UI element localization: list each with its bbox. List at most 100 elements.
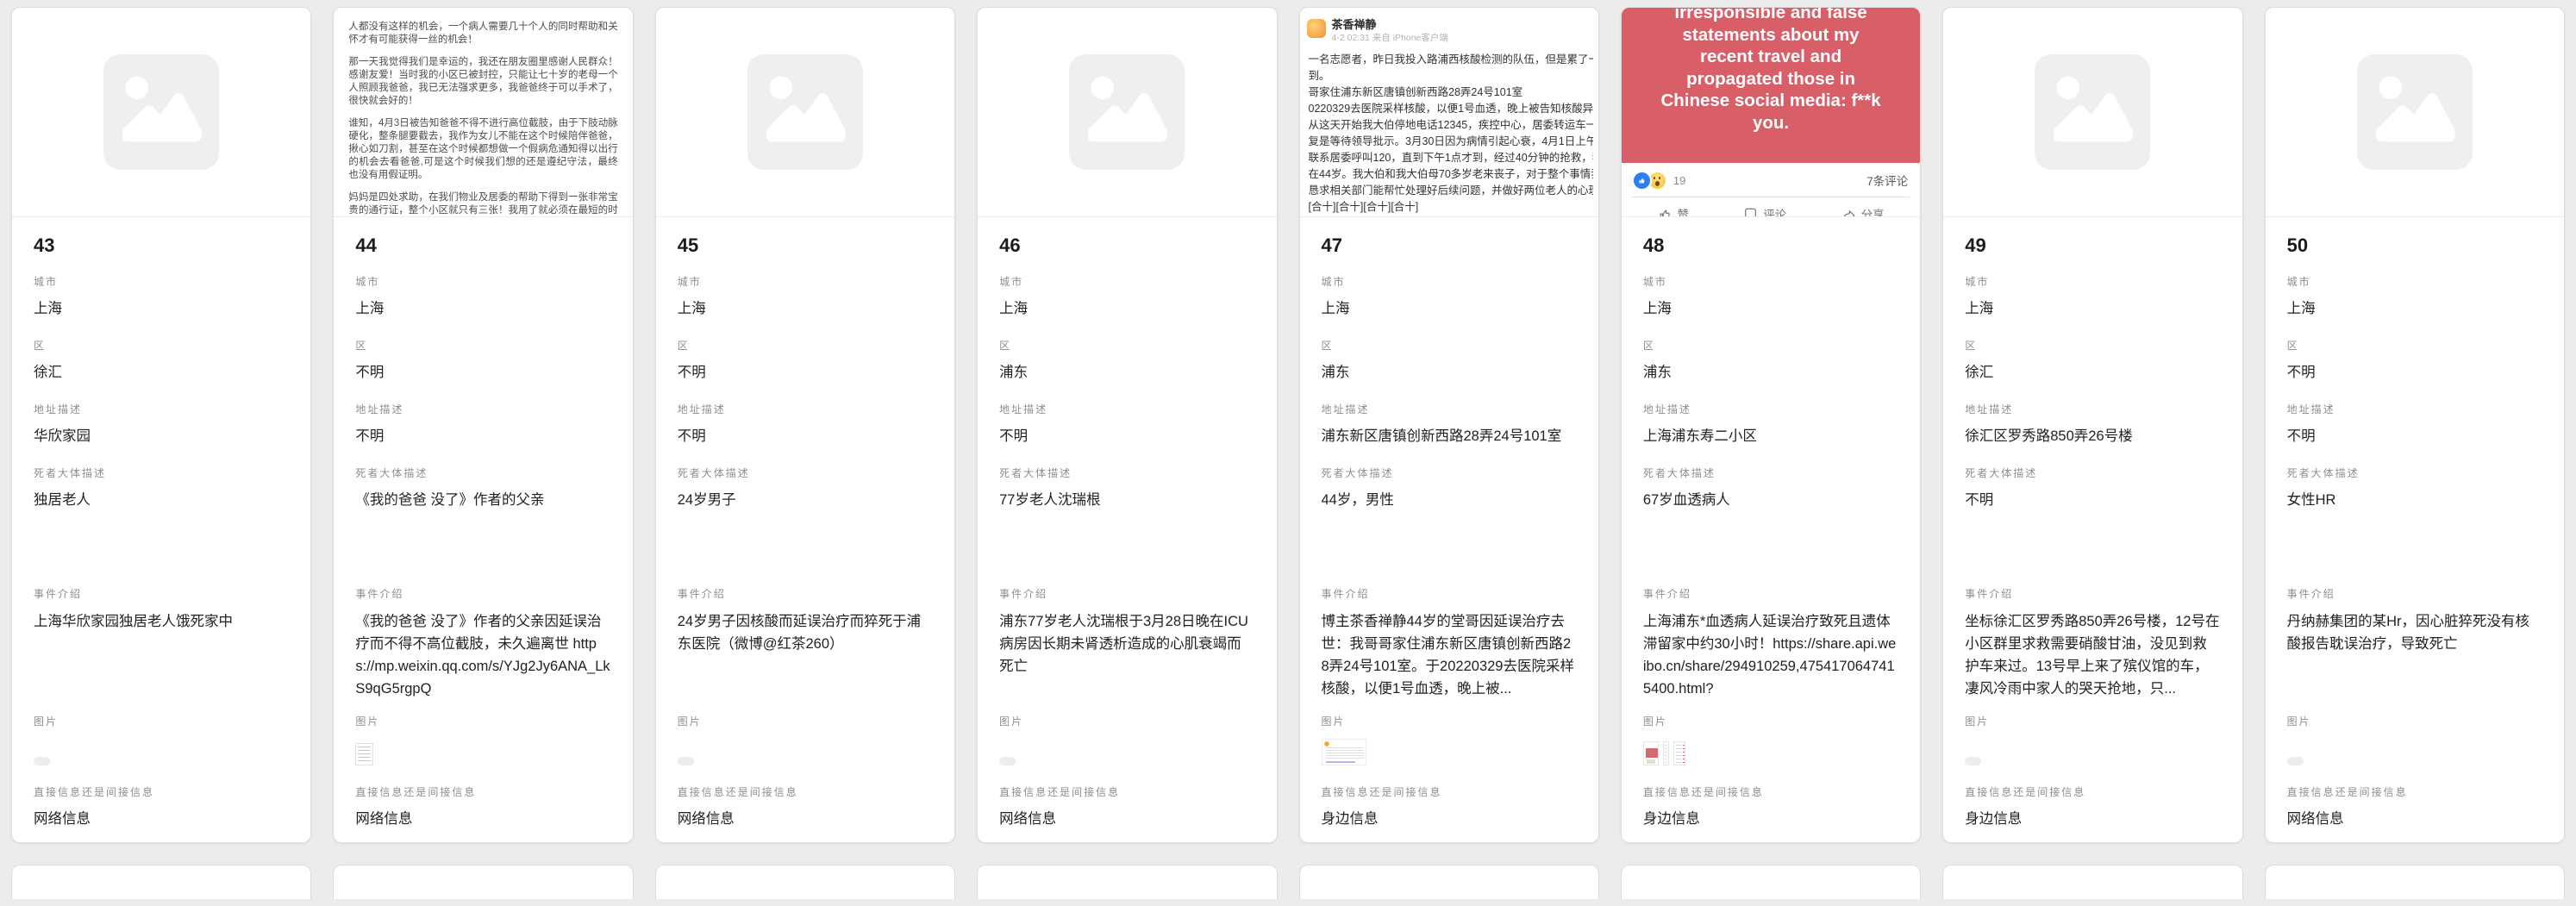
reaction-count: 19	[1673, 174, 1685, 187]
field-city: 城市 上海	[678, 276, 933, 319]
field-district: 区 不明	[678, 340, 933, 383]
field-victim-description: 死者大体描述 不明	[1965, 467, 2220, 510]
source-type-label: 直接信息还是间接信息	[1965, 786, 2220, 798]
next-row-card-stub[interactable]	[1621, 865, 1921, 899]
victim-label: 死者大体描述	[355, 467, 610, 479]
incident-card[interactable]: 50 城市 上海 区 不明 地址描述 不明 死者大体描述 女性HR 事件介绍 丹…	[2265, 7, 2565, 843]
incident-card[interactable]: 49 城市 上海 区 徐汇 地址描述 徐汇区罗秀路850弄26号楼 死者大体描述…	[1942, 7, 2242, 843]
field-image: 图片	[1643, 715, 1898, 771]
source-type-value: 网络信息	[678, 809, 933, 829]
image-placeholder-icon	[2035, 54, 2150, 170]
field-incident-intro: 事件介绍 上海华欣家园独居老人饿死家中	[34, 588, 289, 700]
next-row-card-stub[interactable]	[1942, 865, 2242, 899]
district-label: 区	[355, 340, 610, 352]
card-number: 50	[2287, 234, 2542, 257]
article-paragraph: 人都没有这样的机会，一个病人需要几十个人的同时帮助和关怀才有可能获得一丝的机会！	[348, 21, 617, 47]
facebook-text-line: propagated those in	[1660, 68, 1880, 91]
image-label: 图片	[1643, 715, 1898, 728]
field-incident-intro: 事件介绍 博主茶香禅静44岁的堂哥因延误治疗去世：我哥哥家住浦东新区唐镇创新西路…	[1322, 588, 1577, 700]
source-type-value: 网络信息	[999, 809, 1254, 829]
city-value: 上海	[999, 298, 1254, 319]
image-placeholder	[1943, 8, 2241, 216]
city-label: 城市	[1643, 276, 1898, 288]
card-number: 46	[999, 234, 1254, 257]
district-label: 区	[678, 340, 933, 352]
image-placeholder	[978, 8, 1276, 216]
city-value: 上海	[1643, 298, 1898, 319]
field-source-type: 直接信息还是间接信息 身边信息	[1643, 786, 1898, 829]
field-city: 城市 上海	[999, 276, 1254, 319]
field-image: 图片	[1965, 715, 2220, 771]
image-label: 图片	[999, 715, 1254, 728]
address-label: 地址描述	[999, 403, 1254, 416]
next-row-card-stub[interactable]	[655, 865, 955, 899]
field-incident-intro: 事件介绍 24岁男子因核酸而延误治疗而猝死于浦东医院（微博@红茶260）	[678, 588, 933, 700]
incident-card[interactable]: 茶香禅静 4-2 02:31 来自 iPhone客户端 一名志愿者，昨日我投入路…	[1299, 7, 1599, 843]
image-placeholder-icon	[747, 54, 863, 170]
comment-icon	[1743, 207, 1758, 218]
address-value: 浦东新区唐镇创新西路28弄24号101室	[1322, 426, 1577, 447]
field-source-type: 直接信息还是间接信息 网络信息	[34, 786, 289, 829]
card-image-area: irresponsible and falsestatements about …	[1622, 8, 1920, 217]
article-paragraph: 谁知，4月3日被告知爸爸不得不进行高位截肢，由于下肢动脉硬化，整条腿要截去，我作…	[348, 117, 617, 182]
weibo-text-line: 哥家住浦东新区唐镇创新西路28弄24号101室	[1309, 84, 1593, 101]
thumbnail-image	[1673, 741, 1685, 765]
address-value: 不明	[2287, 426, 2542, 447]
field-district: 区 浦东	[1322, 340, 1577, 383]
district-value: 浦东	[999, 362, 1254, 383]
intro-label: 事件介绍	[355, 588, 610, 600]
weibo-text-line: 联系居委呼叫120，直到下午1点才到，经过40分钟的抢救，我哥的生命	[1309, 150, 1593, 166]
image-thumbnail	[1965, 738, 2220, 765]
field-victim-description: 死者大体描述 女性HR	[2287, 467, 2542, 510]
incident-card[interactable]: irresponsible and falsestatements about …	[1621, 7, 1921, 843]
district-value: 徐汇	[1965, 362, 2220, 383]
next-row-card-stub[interactable]	[977, 865, 1277, 899]
field-address: 地址描述 不明	[2287, 403, 2542, 447]
card-fields: 46 城市 上海 区 浦东 地址描述 不明 死者大体描述 77岁老人沈瑞根 事件…	[978, 217, 1276, 842]
source-type-value: 网络信息	[34, 809, 289, 829]
victim-value: 独居老人	[34, 490, 289, 510]
incident-card[interactable]: 人都没有这样的机会，一个病人需要几十个人的同时帮助和关怀才有可能获得一丝的机会！…	[333, 7, 633, 843]
victim-label: 死者大体描述	[678, 467, 933, 479]
address-value: 不明	[355, 426, 610, 447]
card-number: 48	[1643, 234, 1898, 257]
next-row-card-stub[interactable]	[2265, 865, 2565, 899]
field-victim-description: 死者大体描述 67岁血透病人	[1643, 467, 1898, 510]
address-value: 不明	[999, 426, 1254, 447]
facebook-action-bar: 赞 评论 分享	[1622, 197, 1920, 217]
thumbnail-image	[1663, 741, 1669, 765]
next-row-card-stub[interactable]	[11, 865, 311, 899]
comment-label: 评论	[1763, 205, 1786, 217]
image-label: 图片	[1322, 715, 1577, 728]
thumbnail-image	[1965, 757, 1981, 765]
field-city: 城市 上海	[2287, 276, 2542, 319]
city-label: 城市	[999, 276, 1254, 288]
facebook-text-line: irresponsible and false	[1660, 8, 1880, 24]
field-district: 区 徐汇	[1965, 340, 2220, 383]
incident-card[interactable]: 46 城市 上海 区 浦东 地址描述 不明 死者大体描述 77岁老人沈瑞根 事件…	[977, 7, 1277, 843]
image-placeholder-icon	[1069, 54, 1185, 170]
city-label: 城市	[355, 276, 610, 288]
next-row-card-stub[interactable]	[333, 865, 633, 899]
field-city: 城市 上海	[355, 276, 610, 319]
address-value: 不明	[678, 426, 933, 447]
facebook-reactions-row: 19 7条评论	[1622, 163, 1920, 197]
field-image: 图片	[1322, 715, 1577, 771]
victim-label: 死者大体描述	[1965, 467, 2220, 479]
next-row-card-stub[interactable]	[1299, 865, 1599, 899]
image-placeholder	[12, 8, 310, 216]
victim-value: 女性HR	[2287, 490, 2542, 510]
card-image-area: 人都没有这样的机会，一个病人需要几十个人的同时帮助和关怀才有可能获得一丝的机会！…	[334, 8, 632, 217]
incident-card[interactable]: 43 城市 上海 区 徐汇 地址描述 华欣家园 死者大体描述 独居老人 事件介绍…	[11, 7, 311, 843]
field-image: 图片	[355, 715, 610, 771]
district-label: 区	[1965, 340, 2220, 352]
city-label: 城市	[34, 276, 289, 288]
thumbnail-image	[999, 757, 1016, 765]
incident-card[interactable]: 45 城市 上海 区 不明 地址描述 不明 死者大体描述 24岁男子 事件介绍 …	[655, 7, 955, 843]
intro-value: 上海华欣家园独居老人饿死家中	[34, 610, 289, 633]
source-type-label: 直接信息还是间接信息	[999, 786, 1254, 798]
image-label: 图片	[678, 715, 933, 728]
intro-value: 《我的爸爸 没了》作者的父亲因延误治疗而不得不高位截肢，未久遍离世 https:…	[355, 610, 610, 700]
intro-label: 事件介绍	[34, 588, 289, 600]
facebook-text-line: statements about my	[1660, 24, 1880, 47]
